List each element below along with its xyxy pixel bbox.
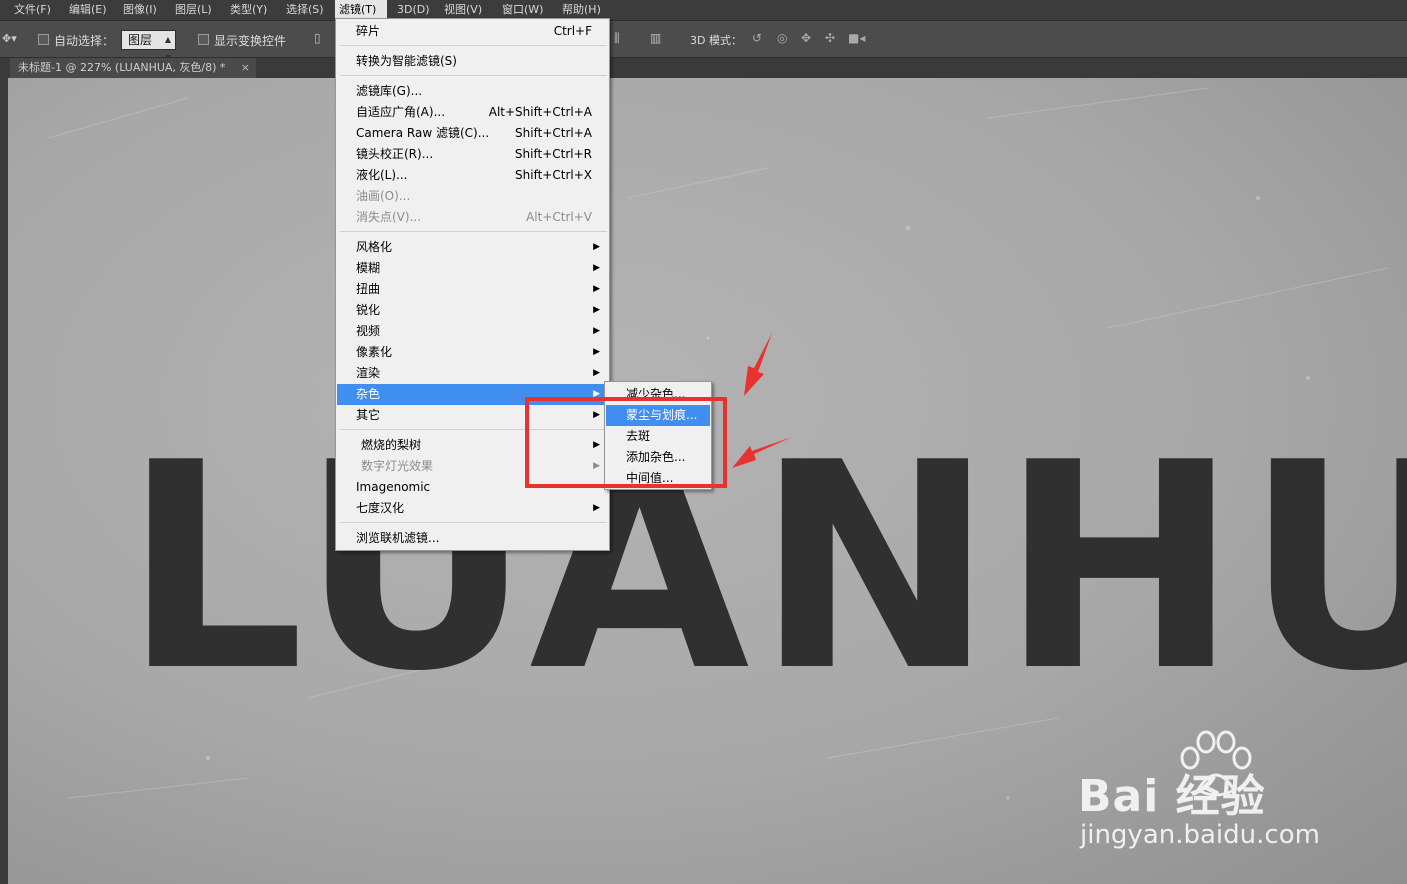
toolbar-edge	[0, 78, 8, 884]
menu-select[interactable]: 选择(S)	[282, 0, 328, 20]
menu-type[interactable]: 类型(Y)	[226, 0, 271, 20]
menu-edit[interactable]: 编辑(E)	[65, 0, 111, 20]
document-tab-bar: 未标题-1 @ 227% (LUANHUA, 灰色/8) * ×	[0, 58, 1407, 78]
menu-item-sharpen[interactable]: 锐化 ▶	[337, 300, 608, 321]
options-bar: ✥▾ 自动选择： 图层 ▲▼ 显示变换控件 ▯ ⫼ ▥ 3D 模式： ↺ ◎ ✥…	[0, 20, 1407, 62]
blur-label: 模糊	[356, 261, 381, 275]
rotate-3d-icon[interactable]: ↺	[752, 31, 762, 45]
submenu-arrow-icon: ▶	[593, 242, 600, 252]
close-icon[interactable]: ×	[241, 58, 250, 78]
sharpen-label: 锐化	[356, 303, 381, 317]
watermark-brand: Bai 经验	[1078, 771, 1266, 822]
menu-window[interactable]: 窗口(W)	[498, 0, 547, 20]
menu-filter[interactable]: 滤镜(T)	[335, 0, 387, 20]
slide-3d-icon[interactable]: ✣	[825, 31, 835, 45]
canvas-text-layer: LUANHUA	[123, 402, 1407, 734]
qidu-label: 七度汉化	[356, 501, 405, 515]
menu-item-blur[interactable]: 模糊 ▶	[337, 258, 608, 279]
auto-align-icon[interactable]: ▥	[650, 31, 661, 45]
auto-select-checkbox[interactable]	[38, 34, 49, 45]
show-transform-label: 显示变换控件	[214, 34, 287, 48]
align-icon[interactable]: ▯	[314, 31, 321, 45]
vanishing-point-shortcut: Alt+Ctrl+V	[526, 210, 592, 224]
submenu-arrow-icon: ▶	[593, 263, 600, 273]
roll-3d-icon[interactable]: ◎	[777, 31, 787, 45]
menu-item-qidu[interactable]: 七度汉化 ▶	[337, 498, 608, 519]
last-filter-shortcut: Ctrl+F	[553, 24, 592, 38]
pixelate-label: 像素化	[356, 345, 393, 359]
menu-layer[interactable]: 图层(L)	[171, 0, 216, 20]
menu-item-camera-raw[interactable]: Camera Raw 滤镜(C)... Shift+Ctrl+A	[337, 123, 608, 144]
drag-3d-icon[interactable]: ✥	[801, 31, 811, 45]
last-filter-label: 碎片	[356, 24, 381, 38]
menu-image[interactable]: 图像(I)	[119, 0, 161, 20]
menu-item-adaptive-wide[interactable]: 自适应广角(A)... Alt+Shift+Ctrl+A	[337, 102, 608, 123]
convert-smart-label: 转换为智能滤镜(S)	[356, 54, 457, 68]
lens-correction-shortcut: Shift+Ctrl+R	[514, 147, 592, 161]
submenu-arrow-icon: ▶	[593, 503, 600, 513]
liquify-label: 液化(L)...	[356, 168, 408, 182]
burning-pear-label: 燃烧的梨树	[361, 438, 422, 452]
menu-file[interactable]: 文件(F)	[10, 0, 55, 20]
submenu-arrow-icon: ▶	[593, 368, 600, 378]
adaptive-wide-label: 自适应广角(A)...	[356, 105, 446, 119]
mode-3d-label: 3D 模式：	[690, 34, 742, 47]
submenu-arrow-icon: ▶	[593, 347, 600, 357]
imagenomic-label: Imagenomic	[356, 480, 431, 494]
menu-item-last-filter[interactable]: 碎片 Ctrl+F	[337, 21, 608, 42]
other-label: 其它	[356, 408, 381, 422]
video-label: 视频	[356, 324, 381, 338]
menu-item-convert-smart[interactable]: 转换为智能滤镜(S)	[337, 51, 608, 72]
menu-item-distort[interactable]: 扭曲 ▶	[337, 279, 608, 300]
auto-select-value: 图层	[128, 33, 153, 47]
adaptive-wide-shortcut: Alt+Shift+Ctrl+A	[488, 105, 592, 119]
menu-item-pixelate[interactable]: 像素化 ▶	[337, 342, 608, 363]
scale-3d-icon[interactable]: ■◂	[848, 31, 865, 45]
render-label: 渲染	[356, 366, 381, 380]
menu-3d[interactable]: 3D(D)	[393, 0, 434, 20]
menu-item-filter-gallery[interactable]: 滤镜库(G)...	[337, 81, 608, 102]
submenu-arrow-icon: ▶	[593, 326, 600, 336]
submenu-arrow-icon: ▶	[593, 305, 600, 315]
menu-view[interactable]: 视图(V)	[440, 0, 486, 20]
liquify-shortcut: Shift+Ctrl+X	[515, 168, 592, 182]
vanishing-point-label: 消失点(V)...	[356, 210, 422, 224]
menu-bar: 文件(F) 编辑(E) 图像(I) 图层(L) 类型(Y) 选择(S) 滤镜(T…	[0, 0, 1407, 20]
menu-item-liquify[interactable]: 液化(L)... Shift+Ctrl+X	[337, 165, 608, 186]
menu-separator	[340, 75, 607, 76]
menu-item-stylize[interactable]: 风格化 ▶	[337, 237, 608, 258]
menu-item-vanishing-point: 消失点(V)... Alt+Ctrl+V	[337, 207, 608, 228]
oil-paint-label: 油画(O)...	[356, 189, 411, 203]
menu-separator	[340, 231, 607, 232]
distribute-icon[interactable]: ⫼	[614, 31, 620, 46]
menu-item-lens-correction[interactable]: 镜头校正(R)... Shift+Ctrl+R	[337, 144, 608, 165]
menu-separator	[340, 45, 607, 46]
submenu-arrow-icon: ▶	[593, 284, 600, 294]
auto-select-dropdown[interactable]: 图层 ▲▼	[121, 30, 176, 62]
menu-item-video[interactable]: 视频 ▶	[337, 321, 608, 342]
document-tab[interactable]: 未标题-1 @ 227% (LUANHUA, 灰色/8) * ×	[10, 58, 256, 78]
document-tab-title: 未标题-1 @ 227% (LUANHUA, 灰色/8) *	[18, 61, 226, 74]
menu-help[interactable]: 帮助(H)	[558, 0, 605, 20]
noise-label: 杂色	[356, 387, 381, 401]
browse-online-label: 浏览联机滤镜...	[356, 531, 440, 545]
annotation-highlight-box	[525, 397, 727, 488]
menu-item-browse-online[interactable]: 浏览联机滤镜...	[337, 528, 608, 549]
move-tool-icon[interactable]: ✥▾	[2, 32, 17, 45]
menu-item-oil-paint: 油画(O)...	[337, 186, 608, 207]
lens-correction-label: 镜头校正(R)...	[356, 147, 434, 161]
digital-light-label: 数字灯光效果	[361, 459, 434, 473]
watermark-url: jingyan.baidu.com	[1080, 820, 1320, 850]
camera-raw-label: Camera Raw 滤镜(C)...	[356, 126, 490, 140]
camera-raw-shortcut: Shift+Ctrl+A	[515, 126, 592, 140]
menu-separator	[340, 522, 607, 523]
stylize-label: 风格化	[356, 240, 393, 254]
distort-label: 扭曲	[356, 282, 381, 296]
menu-item-render[interactable]: 渲染 ▶	[337, 363, 608, 384]
auto-select-label: 自动选择：	[54, 34, 115, 48]
show-transform-checkbox[interactable]	[198, 34, 209, 45]
filter-gallery-label: 滤镜库(G)...	[356, 84, 423, 98]
